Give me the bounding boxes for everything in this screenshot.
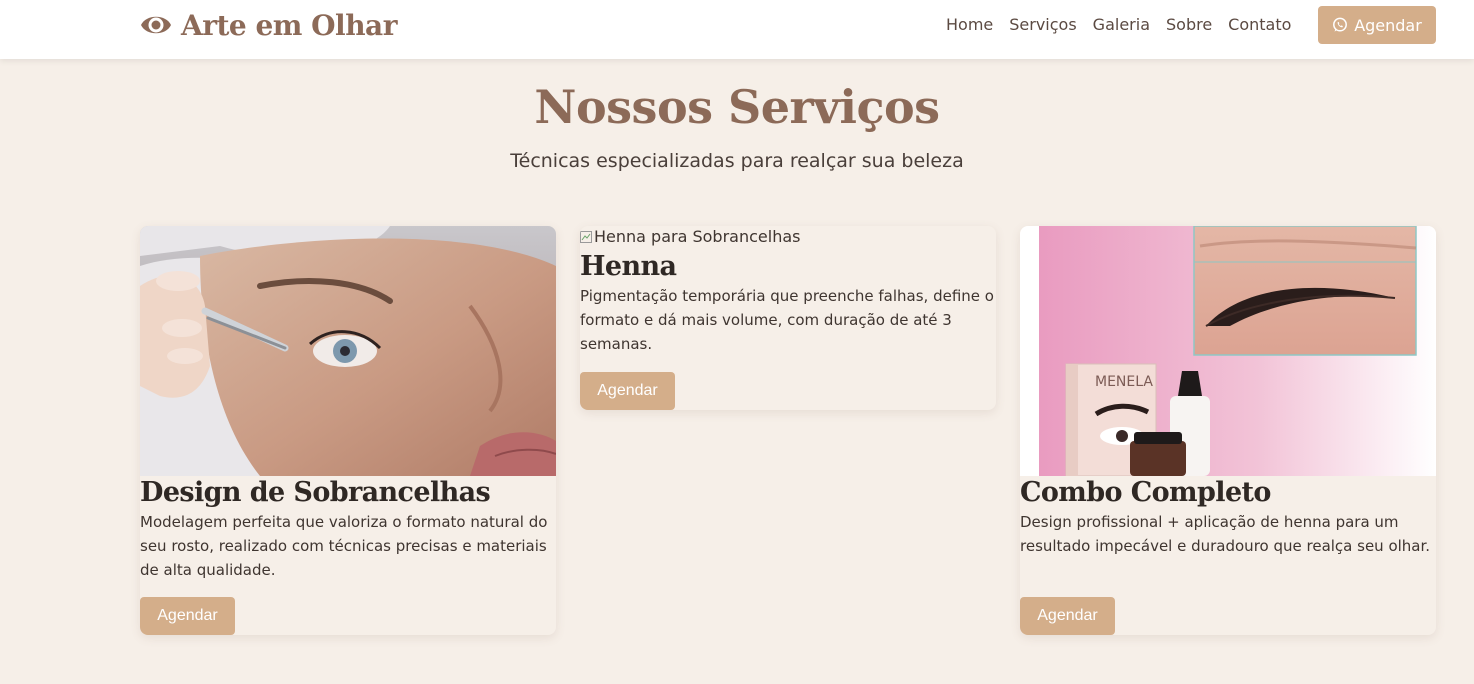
service-image-design: [140, 226, 556, 476]
nav-home[interactable]: Home: [946, 13, 993, 37]
agendar-button-design[interactable]: Agendar: [140, 597, 235, 635]
whatsapp-icon: [1333, 17, 1348, 32]
service-title-henna: Henna: [580, 251, 677, 282]
product-brand-label: MENELA: [1095, 374, 1153, 390]
service-description-combo: Design profissional + aplicação de henna…: [1020, 513, 1431, 555]
header-agendar-button[interactable]: Agendar: [1318, 6, 1436, 44]
eye-icon: [141, 16, 171, 34]
service-title-combo: Combo Completo: [1020, 477, 1271, 508]
service-description-henna: Pigmentação temporária que preenche falh…: [580, 287, 994, 353]
broken-image-icon: [580, 231, 592, 243]
main-nav: Home Serviços Galeria Sobre Contato: [946, 13, 1307, 37]
henna-product-photo: MENELA: [1020, 226, 1436, 476]
nav-contato[interactable]: Contato: [1228, 13, 1291, 37]
service-card-design: Design de Sobrancelhas Modelagem perfeit…: [140, 226, 556, 635]
brand-name: Arte em Olhar: [181, 8, 397, 42]
brand-logo[interactable]: Arte em Olhar: [139, 8, 397, 42]
header-agendar-label: Agendar: [1354, 15, 1422, 35]
broken-image-henna: Henna para Sobrancelhas: [580, 226, 800, 248]
agendar-button-combo[interactable]: Agendar: [1020, 597, 1115, 635]
service-card-combo: MENELA Combo Completo Design profissiona…: [1020, 226, 1436, 635]
section-title: Nossos Serviços: [534, 80, 940, 134]
eyebrow-tweezing-photo: [140, 226, 556, 476]
service-card-henna: Henna para Sobrancelhas Henna Pigmentaçã…: [580, 226, 996, 410]
service-title-design: Design de Sobrancelhas: [140, 477, 491, 508]
navbar: Arte em Olhar Home Serviços Galeria Sobr…: [0, 0, 1474, 59]
agendar-button-henna[interactable]: Agendar: [580, 372, 675, 410]
henna-image-alt: Henna para Sobrancelhas: [594, 227, 801, 246]
section-subtitle: Técnicas especializadas para realçar sua…: [510, 150, 964, 172]
nav-galeria[interactable]: Galeria: [1093, 13, 1150, 37]
service-description-design: Modelagem perfeita que valoriza o format…: [140, 513, 548, 579]
nav-servicos[interactable]: Serviços: [1009, 13, 1076, 37]
service-image-combo: MENELA: [1020, 226, 1436, 476]
nav-sobre[interactable]: Sobre: [1166, 13, 1212, 37]
